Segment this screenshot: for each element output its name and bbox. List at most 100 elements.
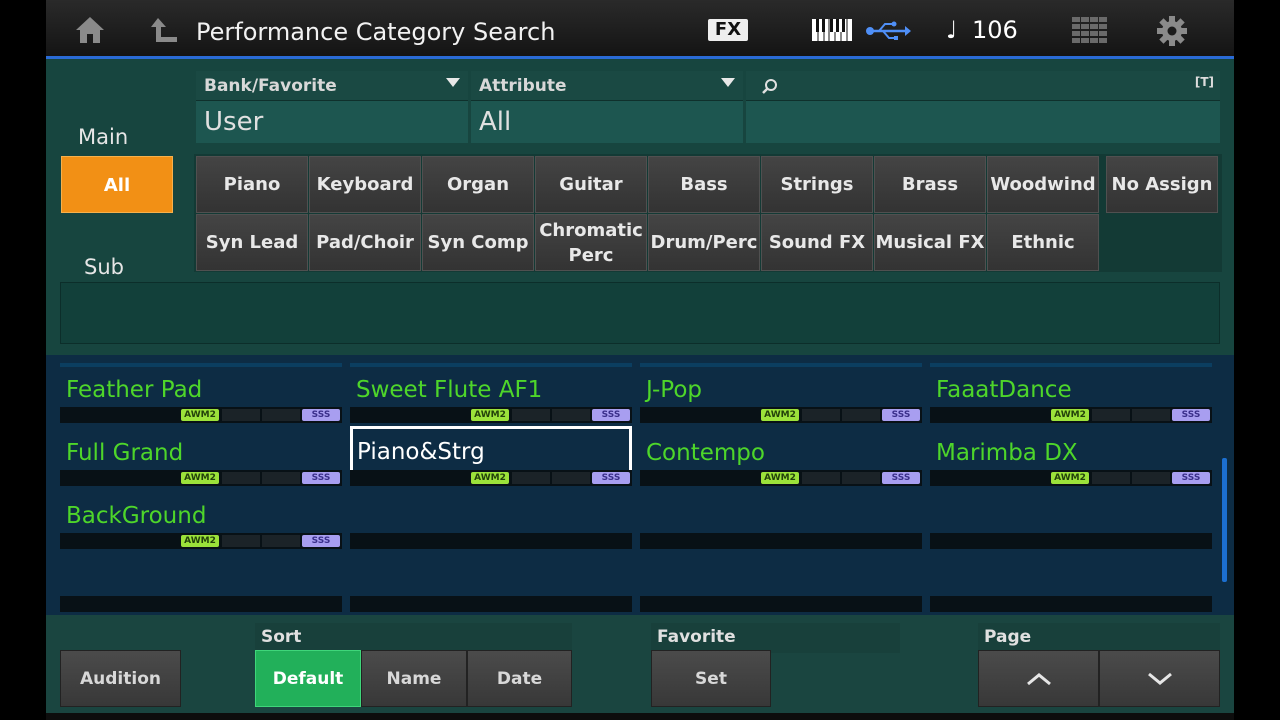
performance-name: Sweet Flute AF1: [356, 377, 543, 403]
attribute-label: Attribute: [471, 71, 743, 101]
grid-icon[interactable]: [1071, 15, 1109, 45]
sss-badge: SSS: [592, 472, 630, 484]
category-pad-choir-button[interactable]: Pad/Choir: [309, 214, 421, 271]
category-chromatic-perc-button[interactable]: Chromatic Perc: [535, 214, 647, 271]
awm2-badge: AWM2: [181, 472, 219, 484]
page-up-button[interactable]: [978, 650, 1099, 707]
sort-group-label: Sort: [255, 623, 572, 653]
category-keyboard-button[interactable]: Keyboard: [309, 156, 421, 213]
item-divider: [60, 363, 342, 367]
awm2-badge: AWM2: [761, 472, 799, 484]
page-title: Performance Category Search: [196, 18, 556, 46]
chevron-down-icon: [1147, 672, 1172, 685]
favorite-set-button[interactable]: Set: [651, 650, 771, 707]
title-bar: Performance Category Search FX ♩ 106: [46, 0, 1234, 56]
dropdown-arrow-icon: [446, 78, 460, 87]
performance-info-bar: AWM2 SSS: [640, 470, 922, 486]
attribute-selector[interactable]: Attribute All: [471, 71, 743, 143]
empty-slot: [930, 533, 1212, 549]
bank-favorite-selector[interactable]: Bank/Favorite User: [196, 71, 468, 143]
list-scrollbar[interactable]: [1222, 458, 1227, 582]
sss-badge: SSS: [302, 472, 340, 484]
performance-item[interactable]: Marimba DX AWM2 SSS: [930, 426, 1212, 486]
sub-category-area: [60, 282, 1220, 344]
sort-name-button[interactable]: Name: [361, 650, 467, 707]
page-down-button[interactable]: [1099, 650, 1220, 707]
performance-item-selected[interactable]: Piano&Strg AWM2 SSS: [350, 426, 632, 486]
performance-item[interactable]: Feather Pad AWM2 SSS: [60, 363, 342, 423]
item-divider: [640, 363, 922, 367]
category-brass-button[interactable]: Brass: [874, 156, 986, 213]
bottom-bar: Audition Sort Default Name Date Favorite…: [46, 615, 1234, 720]
keyboard-icon: [810, 16, 854, 44]
sort-date-button[interactable]: Date: [467, 650, 572, 707]
category-all-button[interactable]: All: [61, 156, 173, 213]
awm2-badge: AWM2: [1051, 409, 1089, 421]
performance-info-bar: AWM2 SSS: [60, 533, 342, 549]
category-drum-perc-button[interactable]: Drum/Perc: [648, 214, 760, 271]
performance-item[interactable]: J-Pop AWM2 SSS: [640, 363, 922, 423]
settings-gear-icon[interactable]: [1154, 13, 1190, 49]
category-piano-button[interactable]: Piano: [196, 156, 308, 213]
category-no-assign-button[interactable]: No Assign: [1106, 156, 1218, 213]
awm2-badge: AWM2: [181, 535, 219, 547]
performance-name: Feather Pad: [66, 377, 203, 403]
category-strings-button[interactable]: Strings: [761, 156, 873, 213]
bank-favorite-label: Bank/Favorite: [196, 71, 468, 101]
sss-badge: SSS: [302, 409, 340, 421]
sss-badge: SSS: [882, 472, 920, 484]
performance-name: Marimba DX: [936, 440, 1078, 466]
main-category-label: Main: [78, 125, 129, 149]
category-woodwind-button[interactable]: Woodwind: [987, 156, 1099, 213]
category-bass-button[interactable]: Bass: [648, 156, 760, 213]
up-level-icon[interactable]: [146, 14, 182, 46]
performance-info-bar: AWM2 SSS: [930, 470, 1212, 486]
attribute-value: All: [479, 107, 512, 137]
category-organ-button[interactable]: Organ: [422, 156, 534, 213]
performance-item[interactable]: Contempo AWM2 SSS: [640, 426, 922, 486]
performance-item[interactable]: FaaatDance AWM2 SSS: [930, 363, 1212, 423]
category-sound-fx-button[interactable]: Sound FX: [761, 214, 873, 271]
performance-name: Piano&Strg: [357, 439, 485, 465]
bank-favorite-value: User: [204, 107, 264, 137]
fx-badge[interactable]: FX: [708, 19, 748, 41]
audition-button[interactable]: Audition: [60, 650, 181, 707]
category-syn-comp-button[interactable]: Syn Comp: [422, 214, 534, 271]
category-guitar-button[interactable]: Guitar: [535, 156, 647, 213]
quarter-note-icon: ♩: [946, 16, 958, 44]
usb-icon: [864, 18, 912, 44]
search-field[interactable]: [T]: [746, 71, 1220, 143]
sss-badge: SSS: [882, 409, 920, 421]
category-syn-lead-button[interactable]: Syn Lead: [196, 214, 308, 271]
empty-slot: [350, 596, 632, 612]
performance-item[interactable]: BackGround AWM2 SSS: [60, 489, 342, 549]
performance-item[interactable]: Sweet Flute AF1 AWM2 SSS: [350, 363, 632, 423]
category-grid: Piano Keyboard Organ Guitar Bass Strings…: [194, 154, 1222, 272]
sss-badge: SSS: [1172, 409, 1210, 421]
screen: Performance Category Search FX ♩ 106 Ban…: [46, 0, 1234, 720]
empty-slot: [640, 596, 922, 612]
category-musical-fx-button[interactable]: Musical FX: [874, 214, 986, 271]
sss-badge: SSS: [1172, 472, 1210, 484]
tempo-value[interactable]: 106: [972, 16, 1018, 44]
performance-info-bar: AWM2 SSS: [350, 470, 632, 486]
awm2-badge: AWM2: [471, 409, 509, 421]
awm2-badge: AWM2: [181, 409, 219, 421]
performance-item[interactable]: Full Grand AWM2 SSS: [60, 426, 342, 486]
home-icon[interactable]: [72, 14, 108, 46]
performance-info-bar: AWM2 SSS: [640, 407, 922, 423]
category-ethnic-button[interactable]: Ethnic: [987, 214, 1099, 271]
bottom-edge: [46, 713, 1234, 720]
chevron-up-icon: [1026, 672, 1051, 685]
performance-list: Feather Pad AWM2 SSS Sweet Flute AF1 AWM…: [46, 355, 1234, 615]
performance-info-bar: AWM2 SSS: [60, 470, 342, 486]
awm2-badge: AWM2: [1051, 472, 1089, 484]
empty-slot: [60, 596, 342, 612]
sort-default-button[interactable]: Default: [255, 650, 361, 707]
text-input-icon[interactable]: [T]: [1195, 75, 1214, 89]
performance-name: BackGround: [66, 503, 207, 529]
empty-slot: [350, 533, 632, 549]
performance-name: Full Grand: [66, 440, 184, 466]
performance-info-bar: AWM2 SSS: [350, 407, 632, 423]
item-divider: [930, 363, 1212, 367]
